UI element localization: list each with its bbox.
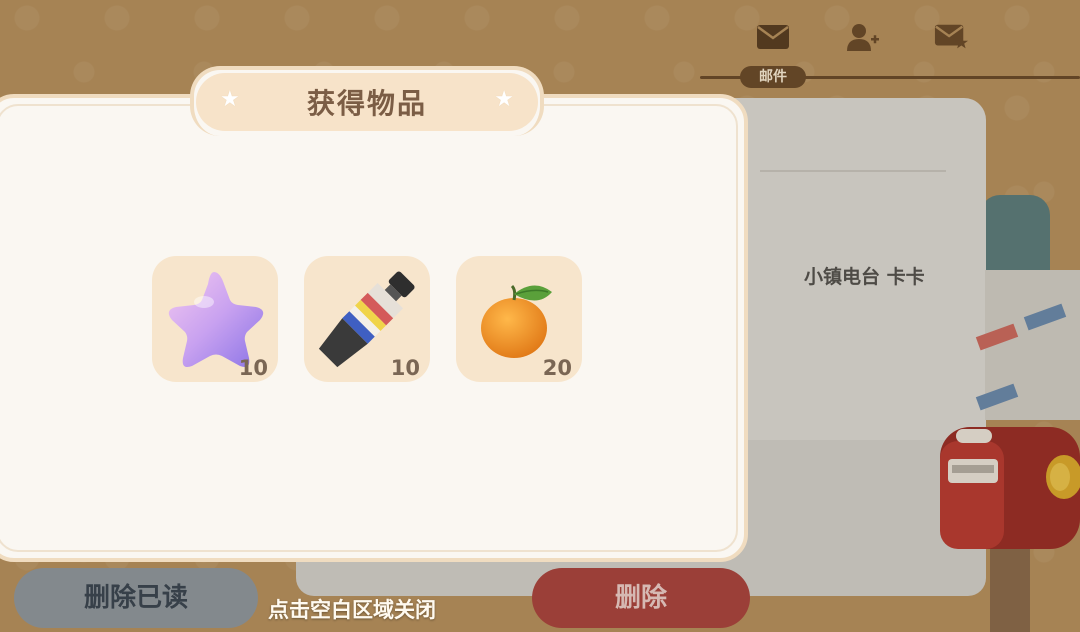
mail-sender: 小镇电台 卡卡 [804, 266, 925, 288]
delete-button[interactable]: 删除 [532, 568, 750, 628]
reward-item-orange[interactable]: 20 [456, 256, 582, 382]
star-icon: ★ [220, 87, 240, 112]
game-screen[interactable]: 邮件 小镇电台 卡卡 删除已读 删除 点击空白区域关闭 ★ 获得物品 ★ 10 … [0, 0, 1080, 632]
mail-divider [760, 170, 946, 172]
popup-title: 获得物品 [306, 87, 427, 120]
mailbox-icon [938, 405, 1080, 632]
delete-read-button[interactable]: 删除已读 [14, 568, 258, 628]
mail-icon[interactable] [756, 22, 790, 52]
item-count: 10 [390, 356, 420, 380]
reward-item-paint[interactable]: 10 [304, 256, 430, 382]
reward-item-star[interactable]: 10 [152, 256, 278, 382]
popup-title-pill: ★ 获得物品 ★ [196, 73, 538, 131]
close-hint: 点击空白区域关闭 [268, 598, 436, 622]
add-friend-icon[interactable] [846, 22, 880, 52]
tab-mail[interactable]: 邮件 [740, 66, 806, 88]
star-icon: ★ [494, 87, 514, 112]
item-count: 20 [542, 356, 572, 380]
envelope-front [975, 270, 1080, 420]
item-count: 10 [238, 356, 268, 380]
star-mail-icon[interactable] [934, 22, 968, 52]
